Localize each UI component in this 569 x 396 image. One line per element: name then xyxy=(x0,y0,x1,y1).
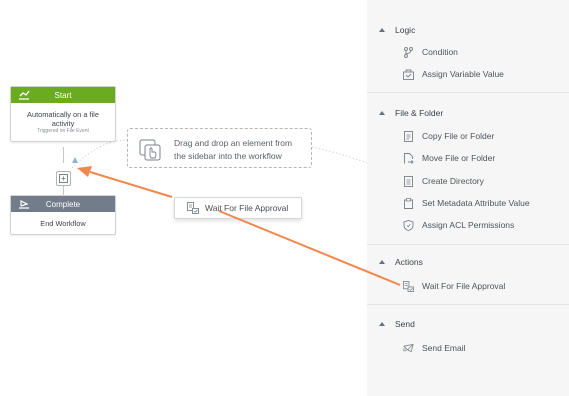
start-node-text-line1: Automatically on a file xyxy=(27,110,99,119)
trigger-icon xyxy=(19,90,30,100)
sidebar-item-assign-acl[interactable]: Assign ACL Permissions xyxy=(403,218,514,232)
tag-doc-icon xyxy=(404,197,413,209)
section-divider xyxy=(367,304,569,305)
approval-icon xyxy=(187,202,199,214)
start-node-text-line2: activity xyxy=(51,119,75,128)
drop-caret-icon xyxy=(72,157,78,163)
section-title-file-folder: File & Folder xyxy=(395,108,444,118)
sidebar-item-label: Copy File or Folder xyxy=(422,131,495,141)
workflow-editor: + Drag and drop an element from the side… xyxy=(0,0,569,396)
sidebar-item-label: Set Metadata Attribute Value xyxy=(422,198,530,208)
document-icon xyxy=(404,130,413,142)
sidebar-item-create-directory[interactable]: Create Directory xyxy=(403,174,484,188)
section-header-file-folder[interactable]: File & Folder xyxy=(379,107,443,119)
start-node-header: Start xyxy=(11,87,115,103)
element-sidebar[interactable]: Logic Condition Assign Variable Value Fi… xyxy=(367,0,569,396)
dropzone-line1: Drag and drop an element from xyxy=(174,138,293,148)
complete-node-header: Complete xyxy=(11,196,115,212)
shield-icon xyxy=(403,219,414,231)
complete-node-body: End Workflow xyxy=(40,218,86,228)
branch-icon xyxy=(404,46,413,58)
sidebar-item-label: Send Email xyxy=(422,343,466,353)
section-title-send: Send xyxy=(395,319,415,329)
folder-doc-icon xyxy=(404,175,413,187)
section-title-logic: Logic xyxy=(395,25,416,35)
section-title-actions: Actions xyxy=(395,257,423,267)
sidebar-item-assign-variable[interactable]: Assign Variable Value xyxy=(403,67,504,81)
collapse-triangle-icon xyxy=(379,260,385,264)
section-header-actions[interactable]: Actions xyxy=(379,256,423,268)
collapse-triangle-icon xyxy=(379,28,385,32)
section-divider xyxy=(367,92,569,93)
sidebar-item-label: Create Directory xyxy=(422,176,484,186)
sidebar-item-move-file[interactable]: Move File or Folder xyxy=(403,151,495,165)
section-divider xyxy=(367,244,569,245)
sidebar-item-set-metadata[interactable]: Set Metadata Attribute Value xyxy=(403,196,530,210)
approval-icon xyxy=(403,280,414,292)
sidebar-item-label: Move File or Folder xyxy=(422,153,496,163)
dragged-element-card[interactable]: Wait For File Approval xyxy=(174,197,302,219)
dragged-element-label: Wait For File Approval xyxy=(205,203,289,213)
dropzone[interactable]: Drag and drop an element from the sideba… xyxy=(127,128,312,168)
email-icon xyxy=(403,343,414,352)
start-node-title: Start xyxy=(54,90,72,100)
connector-top xyxy=(63,147,64,163)
sidebar-item-label: Assign ACL Permissions xyxy=(422,220,515,230)
dropzone-line2: the sidebar into the workflow xyxy=(174,151,282,161)
sidebar-item-condition[interactable]: Condition xyxy=(403,45,458,59)
variable-icon xyxy=(403,69,414,80)
section-header-logic[interactable]: Logic xyxy=(379,24,415,36)
plus-icon: + xyxy=(59,174,68,183)
sidebar-item-copy-file[interactable]: Copy File or Folder xyxy=(403,129,494,143)
sidebar-item-label: Assign Variable Value xyxy=(422,69,504,79)
sidebar-item-label: Wait For File Approval xyxy=(422,281,506,291)
move-file-icon xyxy=(404,152,414,164)
finish-icon xyxy=(19,200,29,209)
collapse-triangle-icon xyxy=(379,322,385,326)
start-node-subtitle: Triggered on File Event xyxy=(37,128,89,134)
drag-drop-icon xyxy=(139,139,161,161)
complete-node-title: Complete xyxy=(45,199,81,209)
sidebar-item-wait-for-approval[interactable]: Wait For File Approval xyxy=(403,279,505,293)
start-node[interactable]: Start Automatically on a file activity T… xyxy=(10,86,116,142)
collapse-triangle-icon xyxy=(379,111,385,115)
sidebar-item-label: Condition xyxy=(422,47,458,57)
section-header-send[interactable]: Send xyxy=(379,318,415,330)
complete-node[interactable]: Complete End Workflow xyxy=(10,195,116,235)
start-node-body: Automatically on a file activity Trigger… xyxy=(11,103,115,141)
sidebar-item-send-email[interactable]: Send Email xyxy=(403,341,465,355)
add-step-button[interactable]: + xyxy=(56,171,71,186)
